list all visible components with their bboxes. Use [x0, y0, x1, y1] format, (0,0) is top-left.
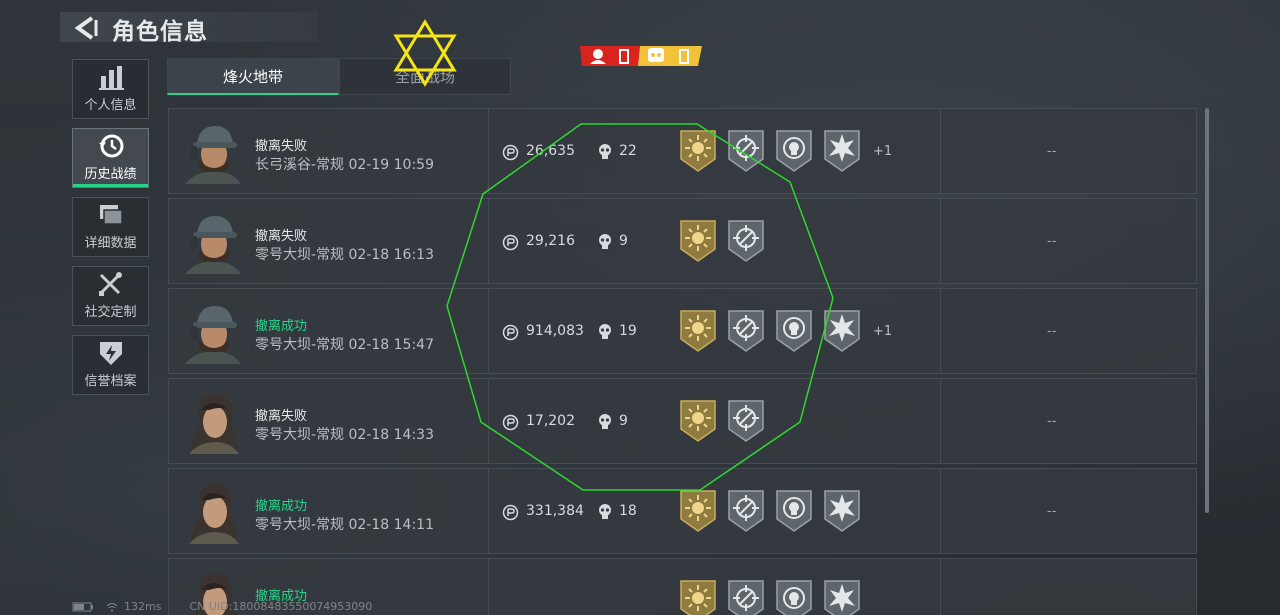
skull-kills-icon [599, 504, 611, 519]
extraction-result: 撤离失败 [255, 409, 308, 424]
nav-label: 个人信息 [84, 98, 137, 113]
more-medals-count: +1 [873, 323, 893, 339]
column-divider [940, 289, 941, 373]
match-time: 02-18 16:13 [348, 247, 434, 263]
operator-portrait-female [189, 483, 239, 544]
map-name: 零号大坝-常规 [255, 337, 345, 353]
loot-value: 331,384 [526, 503, 584, 519]
bar-chart-icon [98, 66, 124, 90]
nav-item-credit[interactable]: 信誉档案 [72, 335, 149, 395]
map-name: 长弓溪谷-常规 [255, 157, 345, 173]
nav-label: 历史战绩 [84, 167, 137, 182]
extraction-result: 撤离成功 [255, 319, 308, 334]
burst-star-medal-icon[interactable] [823, 579, 861, 615]
match-time: 02-18 14:33 [348, 427, 434, 443]
medal-list [679, 489, 873, 533]
alert-status-pill [580, 46, 702, 66]
medal-list [679, 579, 873, 615]
page-title: 角色信息 [112, 19, 208, 45]
map-and-time: 零号大坝-常规 02-18 14:11 [255, 514, 434, 534]
nav-item-social[interactable]: 社交定制 [72, 266, 149, 326]
nav-label: 社交定制 [84, 305, 137, 320]
ping-value: 132ms [124, 600, 162, 613]
column-divider [940, 559, 941, 615]
skull-medal-icon[interactable] [775, 579, 813, 615]
nav-item-detailed-data[interactable]: 详细数据 [72, 197, 149, 257]
extraction-result: 撤离失败 [255, 139, 308, 154]
match-time: 02-19 10:59 [348, 157, 434, 173]
user-uid: CN UID:18008483550074953090 [189, 600, 373, 613]
battery-icon [72, 602, 93, 611]
operator-portrait-male [185, 306, 241, 364]
nav-item-match-history[interactable]: 历史战绩 [72, 128, 149, 188]
column-divider [940, 199, 941, 283]
column-divider [940, 469, 941, 553]
map-and-time: 零号大坝-常规 02-18 15:47 [255, 334, 434, 354]
operator-portrait-female [189, 393, 239, 454]
scrollbar[interactable] [1205, 108, 1209, 513]
map-name: 零号大坝-常规 [255, 517, 345, 533]
side-nav: 个人信息 历史战绩 详细数据 社交定制 信誉档案 [72, 59, 151, 404]
operator-portrait-male [185, 216, 241, 274]
empty-value: -- [1047, 414, 1057, 429]
map-name: 零号大坝-常规 [255, 247, 345, 263]
hexagram-star-icon [393, 19, 457, 87]
wifi-icon [106, 602, 118, 611]
kill-count: 18 [619, 503, 637, 519]
nav-label: 详细数据 [84, 236, 137, 251]
burst-star-medal-icon[interactable] [823, 489, 861, 533]
map-and-time: 零号大坝-常规 02-18 16:13 [255, 244, 434, 264]
operator-portrait-male [185, 126, 241, 184]
sunburst-medal-icon[interactable] [679, 489, 717, 533]
shield-lightning-icon [99, 342, 122, 365]
map-and-time: 长弓溪谷-常规 02-19 10:59 [255, 154, 434, 174]
currency-coin-icon [502, 504, 519, 521]
sunburst-medal-icon[interactable] [679, 579, 717, 615]
extraction-result: 撤离失败 [255, 229, 308, 244]
match-time: 02-18 15:47 [348, 337, 434, 353]
skull-medal-icon[interactable] [775, 489, 813, 533]
history-clock-icon [98, 134, 123, 158]
empty-value: -- [1047, 504, 1057, 519]
status-footer: 132ms CN UID:18008483550074953090 [72, 600, 372, 613]
nav-label: 信誉档案 [84, 374, 137, 389]
more-medals-count: +1 [873, 143, 893, 159]
column-divider [940, 109, 941, 193]
empty-value: -- [1047, 144, 1057, 159]
empty-value: -- [1047, 234, 1057, 249]
map-and-time: 零号大坝-常规 02-18 14:33 [255, 424, 434, 444]
empty-value: -- [1047, 324, 1057, 339]
crosshair-medal-icon[interactable] [727, 489, 765, 533]
nav-item-personal-info[interactable]: 个人信息 [72, 59, 149, 119]
extraction-result: 撤离成功 [255, 499, 308, 514]
match-time: 02-18 14:11 [348, 517, 434, 533]
crosshair-medal-icon[interactable] [727, 579, 765, 615]
map-name: 零号大坝-常规 [255, 427, 345, 443]
wrench-screwdriver-icon [98, 272, 122, 296]
tab-warzone[interactable]: 烽火地带 [167, 58, 339, 95]
column-divider [940, 379, 941, 463]
column-divider [488, 559, 489, 615]
back-arrow-icon[interactable] [72, 14, 100, 42]
stacked-cards-icon [99, 205, 123, 225]
green-outline-overlay [446, 123, 834, 491]
